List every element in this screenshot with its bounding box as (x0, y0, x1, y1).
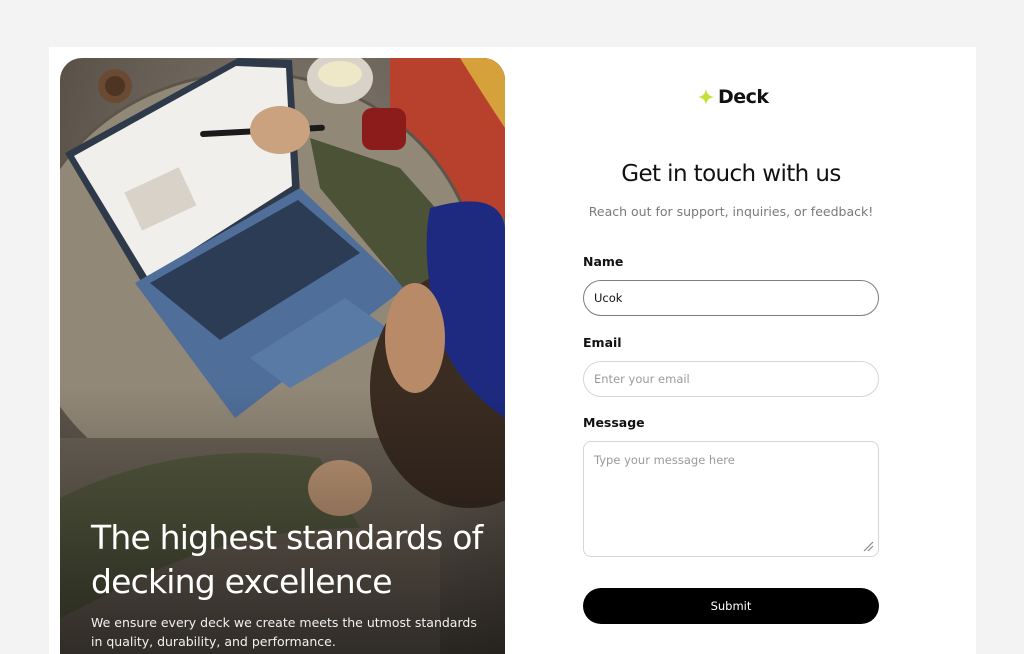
email-placeholder: Enter your email (594, 372, 690, 386)
message-placeholder: Type your message here (594, 453, 735, 467)
resize-handle-icon[interactable] (862, 540, 874, 552)
hero-image: The highest standards of decking excelle… (60, 58, 505, 654)
name-label: Name (583, 254, 624, 269)
message-textarea[interactable]: Type your message here (583, 441, 879, 557)
form-subtitle: Reach out for support, inquiries, or fee… (588, 204, 874, 219)
hero-subtitle: We ensure every deck we create meets the… (91, 615, 477, 649)
form-title: Get in touch with us (621, 161, 841, 187)
contact-card: The highest standards of decking excelle… (49, 47, 976, 654)
brand-logo[interactable]: Deck (697, 85, 769, 109)
email-label: Email (583, 335, 622, 350)
message-label: Message (583, 415, 645, 430)
hero-title: The highest standards of decking excelle… (91, 518, 483, 601)
name-input[interactable]: Ucok (583, 280, 879, 316)
submit-button[interactable]: Submit (583, 588, 879, 624)
name-value: Ucok (594, 291, 623, 305)
email-input[interactable]: Enter your email (583, 361, 879, 397)
brand-name: Deck (718, 86, 769, 108)
sparkle-icon (697, 88, 715, 106)
